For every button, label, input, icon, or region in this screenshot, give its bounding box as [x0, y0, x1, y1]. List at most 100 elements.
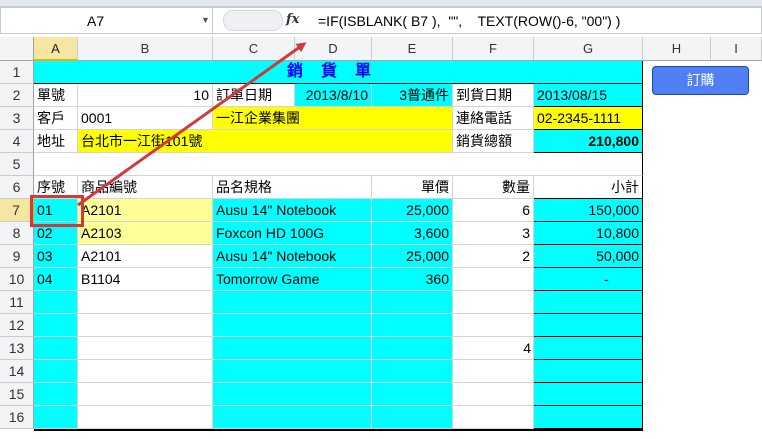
empty-cell[interactable] [453, 360, 534, 383]
formula-controls[interactable] [223, 10, 283, 31]
name-box[interactable]: A7 ▼ [0, 7, 213, 34]
cell-f10[interactable] [453, 268, 534, 291]
header-qty[interactable]: 數量 [453, 176, 534, 199]
cell-c10[interactable]: Tomorrow Game [213, 268, 372, 291]
cell-a2[interactable]: 單號 [34, 84, 78, 107]
column-header-a[interactable]: A [34, 37, 78, 61]
empty-cell[interactable] [372, 314, 453, 337]
header-subtotal[interactable]: 小計 [534, 176, 643, 199]
cell-g7[interactable]: 150,000 [534, 199, 643, 222]
empty-cell[interactable] [453, 291, 534, 314]
column-header-c[interactable]: C [213, 37, 295, 61]
cell-f2[interactable]: 到貨日期 [453, 84, 534, 107]
row-header-5[interactable]: 5 [0, 153, 34, 176]
empty-cell[interactable] [78, 337, 213, 360]
column-header-e[interactable]: E [372, 37, 453, 61]
empty-cell[interactable] [34, 314, 78, 337]
cell-g4[interactable]: 210,800 [534, 130, 643, 153]
row-header-16[interactable]: 16 [0, 406, 34, 429]
row-header-4[interactable]: 4 [0, 130, 34, 153]
column-header-g[interactable]: G [534, 37, 643, 61]
order-button[interactable]: 訂購 [652, 66, 749, 95]
cell-b7[interactable]: A2101 [78, 199, 213, 222]
empty-cell[interactable] [34, 337, 78, 360]
empty-cell[interactable] [78, 406, 213, 429]
header-code[interactable]: 商品編號 [78, 176, 213, 199]
cell-a3[interactable]: 客戶 [34, 107, 78, 130]
empty-cell[interactable] [34, 406, 78, 429]
cell-f3[interactable]: 連絡電話 [453, 107, 534, 130]
cell-c7[interactable]: Ausu 14" Notebook [213, 199, 372, 222]
cell-f8[interactable]: 3 [453, 222, 534, 245]
empty-cell[interactable] [453, 383, 534, 406]
empty-cell[interactable] [213, 360, 372, 383]
empty-cell[interactable] [453, 314, 534, 337]
row-header-2[interactable]: 2 [0, 84, 34, 107]
cell-b8[interactable]: A2103 [78, 222, 213, 245]
cell-a9[interactable]: 03 [34, 245, 78, 268]
empty-cell[interactable] [453, 406, 534, 429]
cell-b3[interactable]: 0001 [78, 107, 213, 130]
empty-cell[interactable] [213, 383, 372, 406]
cell-c8[interactable]: Foxcon HD 100G [213, 222, 372, 245]
empty-cell[interactable] [534, 291, 643, 314]
column-header-d[interactable]: D [295, 37, 372, 61]
empty-cell[interactable] [534, 337, 643, 360]
empty-cell[interactable] [213, 291, 372, 314]
empty-cell[interactable] [213, 406, 372, 429]
empty-cell[interactable] [78, 360, 213, 383]
cell-b2[interactable]: 10 [78, 84, 213, 107]
empty-cell[interactable] [534, 314, 643, 337]
cell-e9[interactable]: 25,000 [372, 245, 453, 268]
row-header-12[interactable]: 12 [0, 314, 34, 337]
row-header-7[interactable]: 7 [0, 199, 34, 222]
empty-cell[interactable] [534, 406, 643, 429]
cell-c3[interactable]: 一江企業集團 [213, 107, 453, 130]
select-all-corner[interactable] [0, 37, 34, 61]
cell-g8[interactable]: 10,800 [534, 222, 643, 245]
row-header-11[interactable]: 11 [0, 291, 34, 314]
cell-b4[interactable]: 台北市一江街101號 [78, 130, 453, 153]
column-header-b[interactable]: B [78, 37, 213, 61]
cell-c2[interactable]: 訂單日期 [213, 84, 295, 107]
row-header-9[interactable]: 9 [0, 245, 34, 268]
cell-a10[interactable]: 04 [34, 268, 78, 291]
empty-cell[interactable] [34, 360, 78, 383]
row-header-14[interactable]: 14 [0, 360, 34, 383]
empty-cell[interactable] [372, 383, 453, 406]
empty-cell[interactable] [78, 383, 213, 406]
cell-e7[interactable]: 25,000 [372, 199, 453, 222]
cell-f4[interactable]: 銷貨總額 [453, 130, 534, 153]
cell-row5[interactable] [34, 153, 643, 176]
empty-cell[interactable] [78, 291, 213, 314]
cell-g3[interactable]: 02-2345-1111 [534, 107, 643, 130]
cell-e2[interactable]: 3普通件 [372, 84, 453, 107]
cell-e8[interactable]: 3,600 [372, 222, 453, 245]
empty-cell[interactable] [372, 360, 453, 383]
cell-c9[interactable]: Ausu 14" Notebook [213, 245, 372, 268]
column-header-i[interactable]: I [711, 37, 762, 61]
chevron-down-icon[interactable]: ▼ [201, 15, 210, 25]
formula-input[interactable]: =IF(ISBLANK( B7 ), "", TEXT(ROW()-6, "00… [308, 7, 762, 34]
cell-g9[interactable]: 50,000 [534, 245, 643, 268]
empty-cell[interactable] [213, 337, 372, 360]
empty-cell[interactable] [34, 291, 78, 314]
empty-cell[interactable] [534, 360, 643, 383]
empty-cell[interactable] [372, 337, 453, 360]
row-header-15[interactable]: 15 [0, 383, 34, 406]
cell-g2[interactable]: 2013/08/15 [534, 84, 643, 107]
cell-f9[interactable]: 2 [453, 245, 534, 268]
cell-f7[interactable]: 6 [453, 199, 534, 222]
row-header-3[interactable]: 3 [0, 107, 34, 130]
empty-cell[interactable] [213, 314, 372, 337]
row-header-1[interactable]: 1 [0, 61, 34, 84]
row-header-8[interactable]: 8 [0, 222, 34, 245]
row-header-13[interactable]: 13 [0, 337, 34, 360]
empty-cell[interactable] [372, 406, 453, 429]
row-header-10[interactable]: 10 [0, 268, 34, 291]
cell-g10[interactable]: - [534, 268, 643, 291]
insert-function-icon[interactable]: fx [286, 12, 299, 27]
column-header-h[interactable]: H [643, 37, 711, 61]
empty-cell[interactable] [34, 383, 78, 406]
cell-b10[interactable]: B1104 [78, 268, 213, 291]
